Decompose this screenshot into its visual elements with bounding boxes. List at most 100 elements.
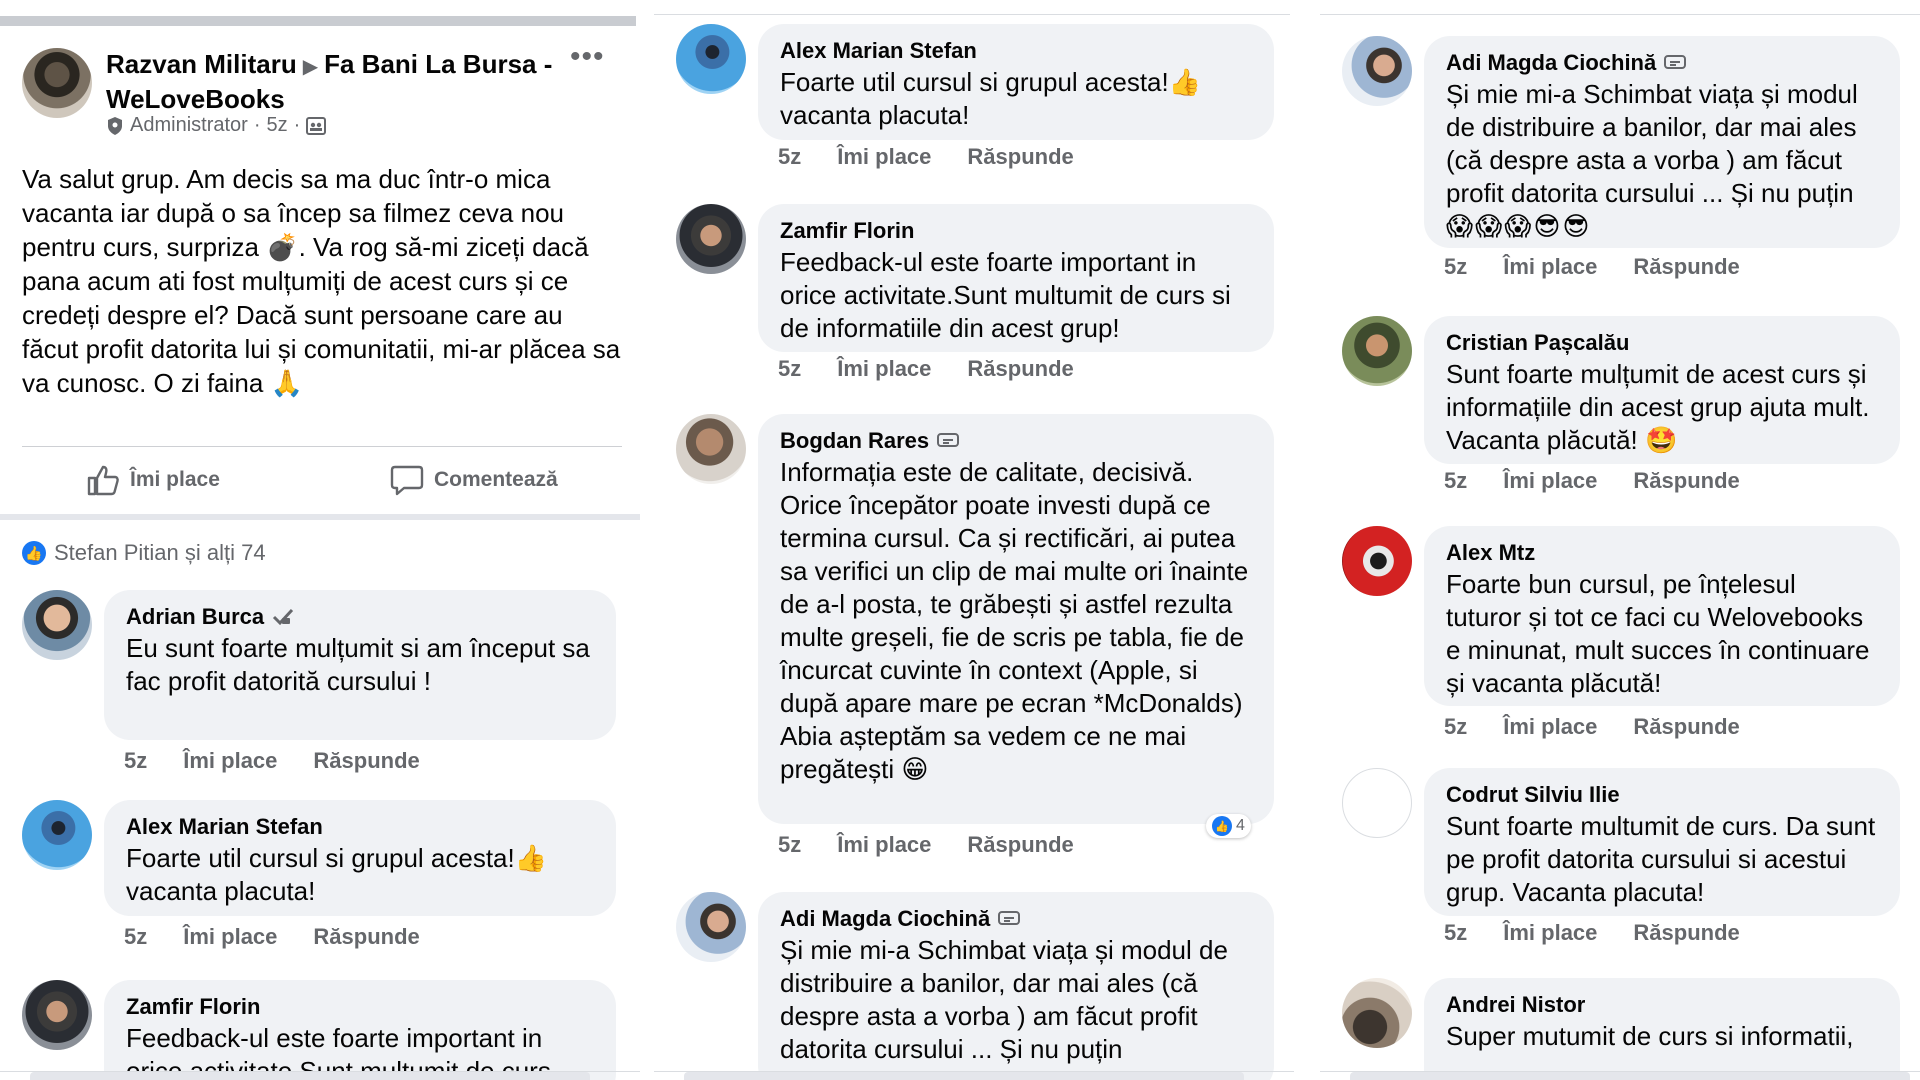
comment-author[interactable]: Alex Marian Stefan [780,36,1252,66]
comment-author[interactable]: Codrut Silviu Ilie [1446,780,1878,810]
comment-author[interactable]: Zamfir Florin [126,992,594,1022]
comment-author-name[interactable]: Alex Mtz [1446,538,1535,568]
comment-text: Foarte util cursul si grupul acesta!👍 va… [780,67,1209,130]
comment-author-name[interactable]: Zamfir Florin [780,216,914,246]
comment-author-name[interactable]: Alex Marian Stefan [780,36,977,66]
avatar[interactable] [676,414,746,484]
comment-author[interactable]: Cristian Pașcalău [1446,328,1878,358]
like-thumb-icon [86,464,120,496]
comment-like-button[interactable]: Îmi place [1503,714,1597,740]
comment-reply-button[interactable]: Răspunde [1633,920,1739,946]
meta-dot: · [253,114,261,136]
comment-time[interactable]: 5z [1444,254,1467,280]
comment-reply-button[interactable]: Răspunde [967,832,1073,858]
comment-reply-button[interactable]: Răspunde [967,356,1073,382]
like-button[interactable]: Îmi place [86,464,220,496]
comment-author-name[interactable]: Cristian Pașcalău [1446,328,1629,358]
comment-author[interactable]: Zamfir Florin [780,216,1252,246]
comment-reply-button[interactable]: Răspunde [1633,468,1739,494]
comment-time[interactable]: 5z [1444,920,1467,946]
comment-time[interactable]: 5z [778,832,801,858]
like-label: Îmi place [130,468,220,491]
comment-bubble: Zamfir Florin Feedback-ul este foarte im… [758,204,1274,352]
more-options-icon[interactable]: ••• [570,40,605,74]
comment-time[interactable]: 5z [1444,468,1467,494]
comment-reaction-count[interactable]: 👍 4 [1206,814,1251,838]
comment-actions: 5z Îmi place Răspunde [124,924,420,950]
comment-author[interactable]: Bogdan Rares [780,426,1252,456]
reactions-summary[interactable]: 👍 Stefan Pitian și alți 74 [22,540,266,566]
avatar[interactable] [676,24,746,94]
avatar[interactable] [1342,36,1412,106]
comments-panel-middle: Alex Marian Stefan Foarte util cursul si… [654,0,1294,1080]
comment-author-name[interactable]: Bogdan Rares [780,426,929,456]
post-author-avatar[interactable] [22,48,92,118]
comment-author-name[interactable]: Codrut Silviu Ilie [1446,780,1620,810]
avatar[interactable] [676,892,746,962]
comment-like-button[interactable]: Îmi place [1503,920,1597,946]
comment-text: Sunt foarte multumit de curs. Da sunt pe… [1446,811,1883,907]
comment-author-name[interactable]: Zamfir Florin [126,992,260,1022]
comment-author[interactable]: Alex Mtz [1446,538,1878,568]
comment-bubble: Adrian Burca Eu sunt foarte mulțumit si … [104,590,616,740]
top-hairline [654,14,1290,15]
avatar[interactable] [1342,316,1412,386]
comment-text: Eu sunt foarte mulțumit si am început sa… [126,633,598,696]
avatar[interactable] [22,800,92,870]
post-time[interactable]: 5z [266,114,287,137]
comment-reply-button[interactable]: Răspunde [967,144,1073,170]
comment-author-name[interactable]: Adi Magda Ciochină [1446,48,1656,78]
comment-actions: 5z Îmi place Răspunde [778,356,1074,382]
comment-actions: 5z Îmi place Răspunde [778,832,1074,858]
comment-actions: 5z Îmi place Răspunde [1444,468,1740,494]
avatar[interactable] [22,980,92,1050]
avatar[interactable] [1342,768,1412,838]
comment-text: Foarte bun cursul, pe înțelesul tuturor … [1446,569,1877,698]
composer-strip [1350,1072,1910,1080]
comment-author-name[interactable]: Adi Magda Ciochină [780,904,990,934]
avatar[interactable] [1342,526,1412,596]
comment-reply-button[interactable]: Răspunde [313,924,419,950]
comment-time[interactable]: 5z [124,748,147,774]
comment-like-button[interactable]: Îmi place [837,356,931,382]
avatar[interactable] [22,590,92,660]
comment-text: Super mutumit de curs si informatii, [1446,1021,1854,1051]
comment-author[interactable]: Andrei Nistor [1446,990,1878,1020]
arrow-right-icon: ▶ [302,56,319,78]
reaction-count-value: 4 [1236,817,1245,834]
comment-author[interactable]: Adi Magda Ciochină [1446,48,1878,78]
verified-badge-icon [272,608,294,626]
comment-time[interactable]: 5z [778,356,801,382]
comment-emojis: 😱😱😱😎😎 [1446,211,1592,241]
comment-like-button[interactable]: Îmi place [1503,468,1597,494]
comment-time[interactable]: 5z [124,924,147,950]
comment-bubble: Codrut Silviu Ilie Sunt foarte multumit … [1424,768,1900,916]
comment-reply-button[interactable]: Răspunde [1633,714,1739,740]
comment-reply-button[interactable]: Răspunde [1633,254,1739,280]
comment-time[interactable]: 5z [1444,714,1467,740]
comment-author[interactable]: Adrian Burca [126,602,594,632]
avatar[interactable] [1342,978,1412,1048]
comment-author[interactable]: Adi Magda Ciochină [780,904,1252,934]
shield-icon [106,116,124,136]
comment-author-name[interactable]: Alex Marian Stefan [126,812,323,842]
post-author-name[interactable]: Razvan Militaru [106,49,297,79]
avatar[interactable] [676,204,746,274]
comment-reply-button[interactable]: Răspunde [313,748,419,774]
like-badge-icon: 👍 [22,541,46,565]
comment-bubble: Alex Mtz Foarte bun cursul, pe înțelesul… [1424,526,1900,706]
comment-like-button[interactable]: Îmi place [183,748,277,774]
role-label: Administrator [130,114,248,136]
comment-author[interactable]: Alex Marian Stefan [126,812,594,842]
comment-button[interactable]: Comentează [390,464,558,496]
comment-time[interactable]: 5z [778,144,801,170]
comment-bubble: Adi Magda Ciochină Și mie mi-a Schimbat … [758,892,1274,1080]
comment-like-button[interactable]: Îmi place [183,924,277,950]
comment-like-button[interactable]: Îmi place [837,144,931,170]
comment-author-name[interactable]: Andrei Nistor [1446,990,1585,1020]
comment-like-button[interactable]: Îmi place [1503,254,1597,280]
comment-text: Foarte util cursul si grupul acesta!👍 va… [126,843,555,906]
section-separator [0,514,640,520]
comment-like-button[interactable]: Îmi place [837,832,931,858]
comment-author-name[interactable]: Adrian Burca [126,602,264,632]
